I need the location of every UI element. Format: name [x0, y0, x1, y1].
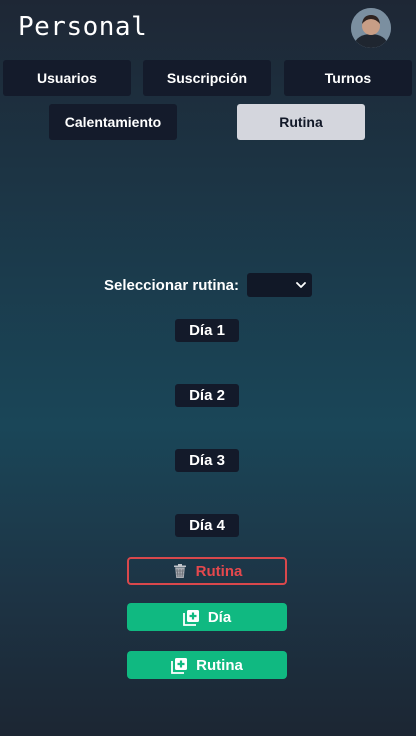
- nav-rutina-button[interactable]: Rutina: [237, 104, 365, 140]
- routine-select-row: Seleccionar rutina:: [0, 273, 416, 297]
- delete-routine-button[interactable]: Rutina: [127, 557, 287, 585]
- nav-usuarios-button[interactable]: Usuarios: [3, 60, 131, 96]
- add-routine-button[interactable]: Rutina: [127, 651, 287, 679]
- add-copy-icon: [182, 609, 200, 626]
- day-1-button[interactable]: Día 1: [175, 319, 239, 342]
- routine-select-label: Seleccionar rutina:: [103, 276, 240, 294]
- chevron-down-icon: [296, 281, 306, 289]
- avatar[interactable]: [351, 8, 391, 48]
- nav-turnos-button[interactable]: Turnos: [284, 60, 412, 96]
- delete-routine-label: Rutina: [195, 562, 243, 580]
- day-2-button[interactable]: Día 2: [175, 384, 239, 407]
- trash-icon: [172, 563, 188, 579]
- add-copy-icon: [171, 657, 188, 674]
- page-title: Personal: [18, 12, 148, 42]
- add-routine-label: Rutina: [196, 656, 243, 674]
- day-4-button[interactable]: Día 4: [175, 514, 239, 537]
- day-3-button[interactable]: Día 3: [175, 449, 239, 472]
- add-day-button[interactable]: Día: [127, 603, 287, 631]
- routine-select[interactable]: [247, 273, 313, 297]
- add-day-label: Día: [207, 608, 232, 626]
- nav-calentamiento-button[interactable]: Calentamiento: [49, 104, 177, 140]
- nav-suscripcion-button[interactable]: Suscripción: [143, 60, 271, 96]
